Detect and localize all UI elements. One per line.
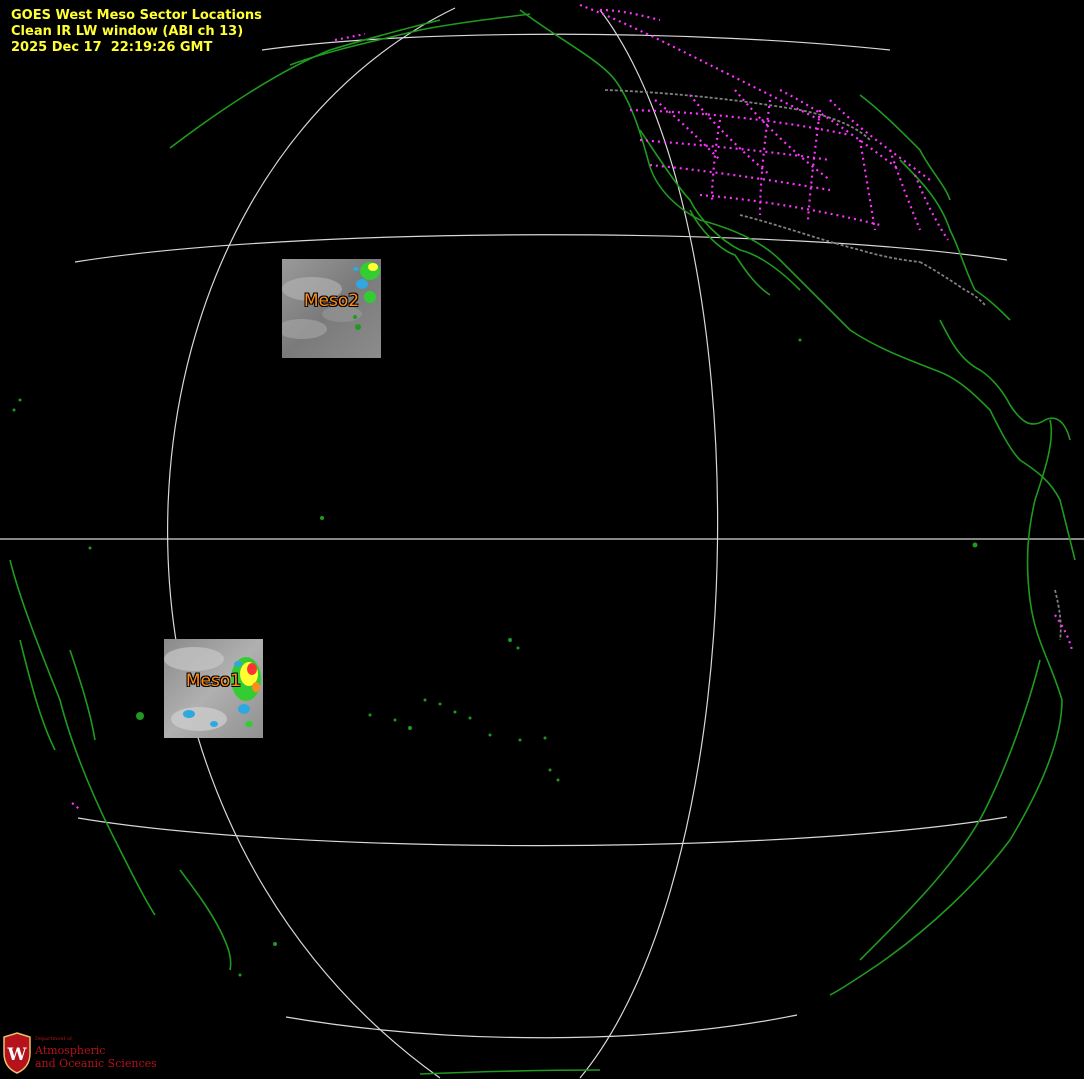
latitude-line-south bbox=[77, 816, 1008, 847]
logo-name-line2: and Oceanic Sciences bbox=[35, 1057, 157, 1070]
meso1-sector[interactable]: Meso1 bbox=[164, 639, 263, 738]
latitude-line-north bbox=[74, 234, 1008, 263]
meridian-west bbox=[167, 7, 456, 1079]
channel-subtitle: Clean IR LW window (ABI ch 13) bbox=[11, 24, 244, 39]
meridian-center bbox=[579, 9, 719, 1079]
meso2-label: Meso2 bbox=[303, 291, 360, 311]
earth-disk-map bbox=[0, 3, 1084, 1079]
pacific-islands bbox=[12, 305, 978, 977]
logo-dept-label: Department of bbox=[35, 1036, 72, 1042]
satellite-map-view: GOES West Meso Sector Locations Clean IR… bbox=[0, 0, 1084, 1079]
country-borders bbox=[604, 89, 1062, 641]
uw-crest-icon: W bbox=[3, 1032, 31, 1074]
aos-logo: W Department of Atmospheric and Oceanic … bbox=[2, 1031, 162, 1075]
latitude-line-far-south bbox=[285, 1014, 798, 1039]
timestamp: 2025 Dec 17 22:19:26 GMT bbox=[11, 40, 213, 55]
coastlines bbox=[9, 9, 1076, 1075]
svg-text:W: W bbox=[6, 1045, 27, 1065]
graticule bbox=[0, 7, 1084, 1079]
meso1-label: Meso1 bbox=[185, 671, 242, 691]
meso2-sector[interactable]: Meso2 bbox=[282, 259, 381, 358]
logo-name-line1: Atmospheric bbox=[35, 1044, 106, 1057]
map-title: GOES West Meso Sector Locations bbox=[11, 8, 262, 23]
